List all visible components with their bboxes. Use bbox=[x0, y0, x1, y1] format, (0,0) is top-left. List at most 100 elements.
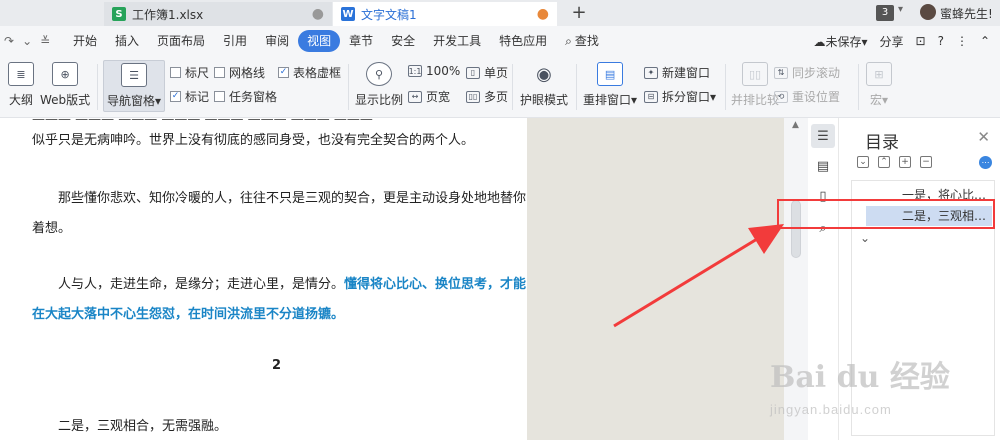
divider bbox=[97, 64, 98, 110]
nav-pane-button[interactable]: ☰ 导航窗格▾ bbox=[103, 60, 165, 112]
cutoff-text-line: ——— ——— ——— ——— ——— ——— ——— ——— bbox=[32, 118, 527, 120]
page-width-button[interactable]: ↔ 页宽 bbox=[408, 88, 450, 105]
checkbox-checked-icon: ✓ bbox=[170, 91, 181, 102]
redo-icon[interactable]: ↷ bbox=[4, 34, 14, 48]
eye-icon: ◉ bbox=[536, 63, 552, 85]
menu-security[interactable]: 安全 bbox=[382, 30, 424, 52]
split-window-button[interactable]: ⊟ 拆分窗口▾ bbox=[644, 88, 716, 105]
ruler-checkbox[interactable]: 标尺 bbox=[170, 64, 209, 81]
macro-icon: ⊞ bbox=[866, 62, 892, 86]
checkbox-checked-icon: ✓ bbox=[278, 67, 289, 78]
ruler-label: 标尺 bbox=[185, 66, 210, 80]
highlight-box bbox=[777, 199, 995, 229]
outline-button[interactable]: ≣ 大纲 bbox=[8, 62, 34, 108]
new-window-label: 新建窗口 bbox=[662, 66, 711, 80]
nav-pane-icon: ☰ bbox=[121, 63, 147, 87]
menu-home[interactable]: 开始 bbox=[64, 30, 106, 52]
menu-right-tools: ☁未保存▾ 分享 ⊡ ? ⋮ ⌃ bbox=[813, 26, 1000, 56]
arrange-windows-button[interactable]: ▤ 重排窗口▾ bbox=[583, 62, 637, 108]
divider bbox=[512, 64, 513, 110]
menu-insert[interactable]: 插入 bbox=[106, 30, 148, 52]
eye-mode-button[interactable]: ◉ 护眼模式 bbox=[520, 62, 568, 108]
outline-label: 大纲 bbox=[8, 93, 33, 107]
checkbox-unchecked-icon bbox=[214, 91, 225, 102]
side-by-side-icon: ▯▯ bbox=[742, 62, 768, 86]
customize-icon[interactable]: ≚ bbox=[40, 34, 50, 48]
help-icon[interactable]: ? bbox=[938, 34, 944, 48]
side-by-side-button[interactable]: ▯▯ 并排比较 bbox=[731, 62, 779, 108]
watermark: Bai du 经验 jingyan.baidu.com bbox=[770, 352, 950, 417]
new-window-button[interactable]: ✦ 新建窗口 bbox=[644, 64, 710, 81]
reset-position-label: 重设位置 bbox=[792, 90, 841, 104]
menu-search-label: 查找 bbox=[574, 34, 599, 48]
divider bbox=[725, 64, 726, 110]
view-ribbon: ≣ 大纲 ⊕ Web版式 ☰ 导航窗格▾ 标尺 网格线 ✓ 表格虚框 ✓ 标记 … bbox=[0, 56, 1000, 118]
outline-icon: ≣ bbox=[8, 62, 34, 86]
remove-icon[interactable]: − bbox=[920, 156, 932, 168]
more-icon[interactable]: ⋮ bbox=[956, 34, 968, 48]
sync-scroll-label: 同步滚动 bbox=[792, 66, 841, 80]
menu-page-layout[interactable]: 页面布局 bbox=[148, 30, 214, 52]
menu-review[interactable]: 审阅 bbox=[256, 30, 298, 52]
add-icon[interactable]: + bbox=[899, 156, 911, 168]
side-by-side-label: 并排比较 bbox=[731, 93, 780, 107]
checkbox-unchecked-icon bbox=[214, 67, 225, 78]
save-status-label: 未保存 bbox=[825, 34, 862, 49]
collapse-ribbon-icon[interactable]: ⌃ bbox=[980, 34, 990, 48]
menu-search[interactable]: ⌕ 查找 bbox=[556, 30, 608, 52]
document-page[interactable]: ——— ——— ——— ——— ——— ——— ——— ——— 似乎只是无病呻吟… bbox=[0, 118, 527, 440]
cloud-icon: ☁ bbox=[813, 34, 826, 49]
page-width-label: 页宽 bbox=[426, 90, 451, 104]
new-tab-button[interactable]: + bbox=[568, 2, 590, 24]
multi-page-button[interactable]: ▯▯ 多页 bbox=[466, 88, 508, 105]
single-page-icon: ▯ bbox=[466, 66, 480, 79]
toc-toolbar: ⌄ ⌃ + − bbox=[857, 156, 932, 168]
share-button[interactable]: 分享 bbox=[879, 33, 903, 50]
tab-spreadsheet[interactable]: S 工作簿1.xlsx ● bbox=[104, 2, 332, 26]
window-count-badge[interactable]: 3 bbox=[876, 5, 894, 21]
menu-special[interactable]: 特色应用 bbox=[490, 30, 556, 52]
close-icon[interactable]: ✕ bbox=[977, 128, 990, 146]
globe-icon: ⊕ bbox=[52, 62, 79, 86]
expand-icon[interactable]: ⌄ bbox=[857, 156, 869, 168]
user-name[interactable]: 蜜蜂先生! bbox=[940, 5, 993, 22]
reset-position-button[interactable]: ⟲ 重设位置 bbox=[774, 88, 840, 105]
zoom-button[interactable]: ⚲ 显示比例 bbox=[355, 62, 403, 108]
avatar[interactable] bbox=[920, 4, 936, 20]
nav-pane-label: 导航窗格▾ bbox=[106, 94, 162, 108]
menu-chapter[interactable]: 章节 bbox=[340, 30, 382, 52]
settings-icon[interactable]: ⋯ bbox=[979, 156, 992, 169]
menu-view[interactable]: 视图 bbox=[298, 30, 341, 52]
gridlines-label: 网格线 bbox=[229, 66, 266, 80]
macro-button[interactable]: ⊞ 宏▾ bbox=[866, 62, 892, 108]
tab-bar: S 工作簿1.xlsx ● W 文字文稿1 ● + 3 ▾ 蜜蜂先生! bbox=[0, 0, 1000, 26]
chapter-icon[interactable]: ▤ bbox=[811, 154, 835, 178]
sync-scroll-icon: ⇅ bbox=[774, 66, 788, 79]
arrange-windows-label: 重排窗口▾ bbox=[583, 93, 638, 107]
scroll-up-icon[interactable]: ▲ bbox=[792, 120, 799, 130]
paragraph: 似乎只是无病呻吟。世界上没有彻底的感同身受，也没有完全契合的两个人。 bbox=[32, 133, 475, 148]
zoom-100-button[interactable]: 1:1 100% bbox=[408, 64, 460, 78]
menu-references[interactable]: 引用 bbox=[214, 30, 256, 52]
toc-icon[interactable]: ☰ bbox=[811, 124, 835, 148]
collapse-icon[interactable]: ⌃ bbox=[878, 156, 890, 168]
single-page-button[interactable]: ▯ 单页 bbox=[466, 64, 508, 81]
save-status[interactable]: ☁未保存▾ bbox=[813, 33, 867, 50]
gridlines-checkbox[interactable]: 网格线 bbox=[214, 64, 265, 81]
tab-document[interactable]: W 文字文稿1 ● bbox=[333, 2, 557, 26]
menu-bar: ↷ ⌄ ≚ 开始 插入 页面布局 引用 审阅 视图 章节 安全 开发工具 特色应… bbox=[0, 26, 1000, 56]
chevron-down-icon[interactable]: ▾ bbox=[898, 4, 903, 15]
table-gridlines-checkbox[interactable]: ✓ 表格虚框 bbox=[278, 64, 341, 81]
task-pane-checkbox[interactable]: 任务窗格 bbox=[214, 88, 277, 105]
watermark-url: jingyan.baidu.com bbox=[770, 402, 892, 417]
web-layout-button[interactable]: ⊕ Web版式 bbox=[40, 62, 90, 108]
marks-checkbox[interactable]: ✓ 标记 bbox=[170, 88, 209, 105]
multi-page-icon: ▯▯ bbox=[466, 90, 480, 103]
chevron-down-icon[interactable]: ⌄ bbox=[860, 231, 870, 245]
zoom-100-icon: 1:1 bbox=[408, 65, 422, 77]
chevron-down-icon[interactable]: ⌄ bbox=[22, 34, 32, 48]
tab-title: 工作簿1.xlsx bbox=[132, 7, 204, 22]
sync-scroll-button[interactable]: ⇅ 同步滚动 bbox=[774, 64, 840, 81]
comment-icon[interactable]: ⊡ bbox=[916, 34, 926, 48]
menu-developer[interactable]: 开发工具 bbox=[424, 30, 490, 52]
